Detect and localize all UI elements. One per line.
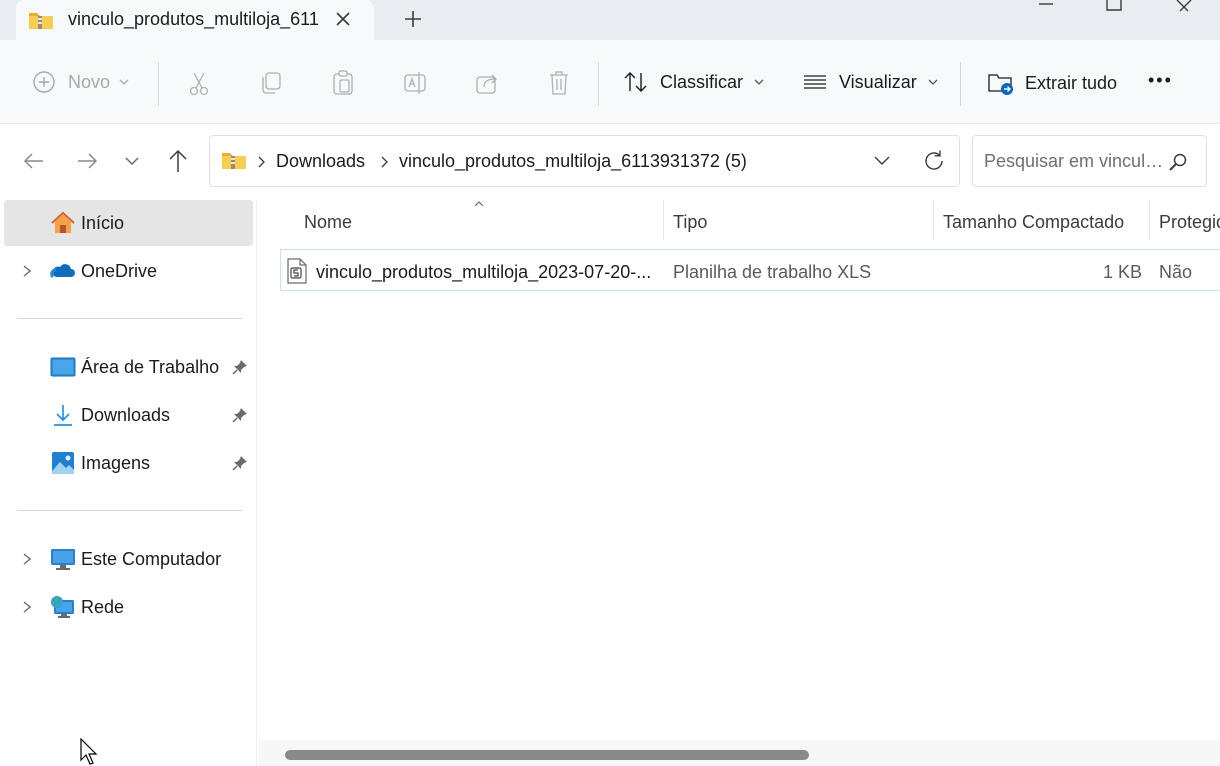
expand-chevron-icon[interactable] <box>20 551 34 567</box>
sort-button[interactable]: Classificar <box>623 70 765 94</box>
navigation-pane: Início OneDrive Área de Trabalho Downloa… <box>0 200 257 766</box>
back-arrow-icon[interactable] <box>21 148 47 174</box>
extract-all-button[interactable]: Extrair tudo <box>988 70 1117 96</box>
search-input[interactable]: Pesquisar em vinculo_produtos_multiloja_… <box>984 151 1164 172</box>
onedrive-cloud-icon <box>50 264 75 279</box>
tab-active[interactable]: vinculo_produtos_multiloja_6113931372 (5… <box>16 0 374 42</box>
up-arrow-icon[interactable] <box>165 148 191 174</box>
table-row[interactable]: vinculo_produtos_multiloja_2023-07-20-..… <box>280 249 1220 291</box>
view-list-icon <box>804 75 826 89</box>
toolbar-divider <box>158 62 159 106</box>
minimize-icon[interactable] <box>1036 0 1056 10</box>
sidebar-divider <box>17 510 242 511</box>
column-separator[interactable] <box>663 200 664 240</box>
view-button[interactable]: Visualizar <box>803 70 939 94</box>
paste-icon[interactable] <box>331 70 355 96</box>
computer-icon <box>51 549 75 570</box>
forward-arrow-icon[interactable] <box>74 148 100 174</box>
breadcrumb-current-folder[interactable]: vinculo_produtos_multiloja_6113931372 (5… <box>399 151 747 172</box>
sort-icon <box>624 72 647 92</box>
column-header-name[interactable]: Nome <box>304 212 352 233</box>
file-password-protected: Não <box>1159 262 1193 282</box>
chevron-down-icon <box>119 79 129 85</box>
refresh-icon[interactable] <box>922 149 946 173</box>
sidebar-item-downloads[interactable]: Downloads <box>4 392 253 438</box>
sidebar-item-label: OneDrive <box>81 261 158 281</box>
command-bar: Novo Classificar Visualizar Extrair tudo… <box>0 40 1220 124</box>
pin-icon[interactable] <box>232 407 248 423</box>
breadcrumb-downloads[interactable]: Downloads <box>276 151 365 172</box>
chevron-down-icon <box>754 79 764 85</box>
sidebar-item-label: Este Computador <box>81 549 222 569</box>
file-name[interactable]: vinculo_produtos_multiloja_2023-07-20-..… <box>316 262 650 283</box>
extract-folder-icon <box>988 74 1013 95</box>
tab-title: vinculo_produtos_multiloja_6113931372 (5… <box>68 9 318 29</box>
new-button-label: Novo <box>68 71 111 92</box>
sidebar-item-label: Início <box>81 213 125 233</box>
sidebar-item-onedrive[interactable]: OneDrive <box>4 248 253 294</box>
pin-icon[interactable] <box>232 455 248 471</box>
home-icon <box>51 211 75 233</box>
column-header-type[interactable]: Tipo <box>673 212 707 233</box>
view-button-label: Visualizar <box>839 71 917 92</box>
pin-icon[interactable] <box>232 359 248 375</box>
sidebar-item-desktop[interactable]: Área de Trabalho <box>4 344 253 390</box>
delete-icon[interactable] <box>547 70 571 96</box>
rename-icon[interactable] <box>403 71 429 95</box>
extract-all-label: Extrair tudo <box>1025 72 1118 93</box>
file-type: Planilha de trabalho XLS <box>673 262 872 282</box>
address-dropdown-chevron-icon[interactable] <box>872 153 892 169</box>
expand-chevron-icon[interactable] <box>20 599 34 615</box>
copy-icon[interactable] <box>259 71 283 95</box>
desktop-icon <box>50 357 76 377</box>
sidebar-item-label: Rede <box>81 597 125 617</box>
more-options-button[interactable]: ••• <box>1148 70 1173 91</box>
title-bar: vinculo_produtos_multiloja_6113931372 (5… <box>0 0 1220 42</box>
horizontal-scrollbar-thumb[interactable] <box>285 750 809 760</box>
chevron-down-icon <box>928 79 938 85</box>
search-box[interactable]: Pesquisar em vinculo_produtos_multiloja_… <box>972 135 1207 187</box>
new-tab-icon[interactable] <box>402 8 424 30</box>
network-icon <box>51 596 74 618</box>
cut-icon[interactable] <box>187 71 211 97</box>
close-window-icon[interactable] <box>1174 0 1194 14</box>
address-bar[interactable]: Downloads vinculo_produtos_multiloja_611… <box>209 135 960 187</box>
download-arrow-icon <box>54 405 72 426</box>
spreadsheet-file-icon <box>287 258 307 284</box>
sidebar-item-label: Imagens <box>81 453 151 473</box>
column-separator[interactable] <box>1149 200 1150 240</box>
sidebar-item-this-pc[interactable]: Este Computador <box>4 536 253 582</box>
share-icon[interactable] <box>475 71 501 95</box>
plus-circle-icon <box>33 71 55 93</box>
new-button[interactable]: Novo <box>32 70 130 94</box>
toolbar-divider <box>598 62 599 106</box>
sidebar-item-pictures[interactable]: Imagens <box>4 440 253 486</box>
sidebar-item-label: Área de Trabalho <box>81 357 220 377</box>
sidebar-item-label: Downloads <box>81 405 171 425</box>
navigation-row: Downloads vinculo_produtos_multiloja_611… <box>0 124 1220 200</box>
file-list: Nome Tipo Tamanho Compactado Protegido p… <box>257 200 1220 766</box>
search-icon[interactable] <box>1168 152 1188 172</box>
zip-folder-icon <box>29 13 53 29</box>
recent-locations-chevron-icon[interactable] <box>119 148 145 174</box>
file-compressed-size: 1 KB <box>1103 262 1143 282</box>
column-separator[interactable] <box>933 200 934 240</box>
sort-button-label: Classificar <box>660 71 744 92</box>
toolbar-divider <box>960 62 961 106</box>
column-header-compressed-size[interactable]: Tamanho Compactado <box>943 212 1124 233</box>
mouse-cursor-icon <box>80 738 98 765</box>
sidebar-divider <box>17 318 242 319</box>
sort-ascending-icon <box>474 201 484 207</box>
breadcrumb-chevron-icon[interactable] <box>256 155 266 169</box>
maximize-icon[interactable] <box>1104 0 1124 12</box>
close-tab-icon[interactable] <box>332 8 354 30</box>
pictures-icon <box>52 452 74 474</box>
column-header-password-protected[interactable]: Protegido por senha <box>1159 212 1220 233</box>
breadcrumb-chevron-icon[interactable] <box>379 155 389 169</box>
sidebar-item-network[interactable]: Rede <box>4 584 253 630</box>
expand-chevron-icon[interactable] <box>20 263 34 279</box>
zip-folder-icon <box>222 153 246 169</box>
sidebar-item-home[interactable]: Início <box>4 200 253 246</box>
